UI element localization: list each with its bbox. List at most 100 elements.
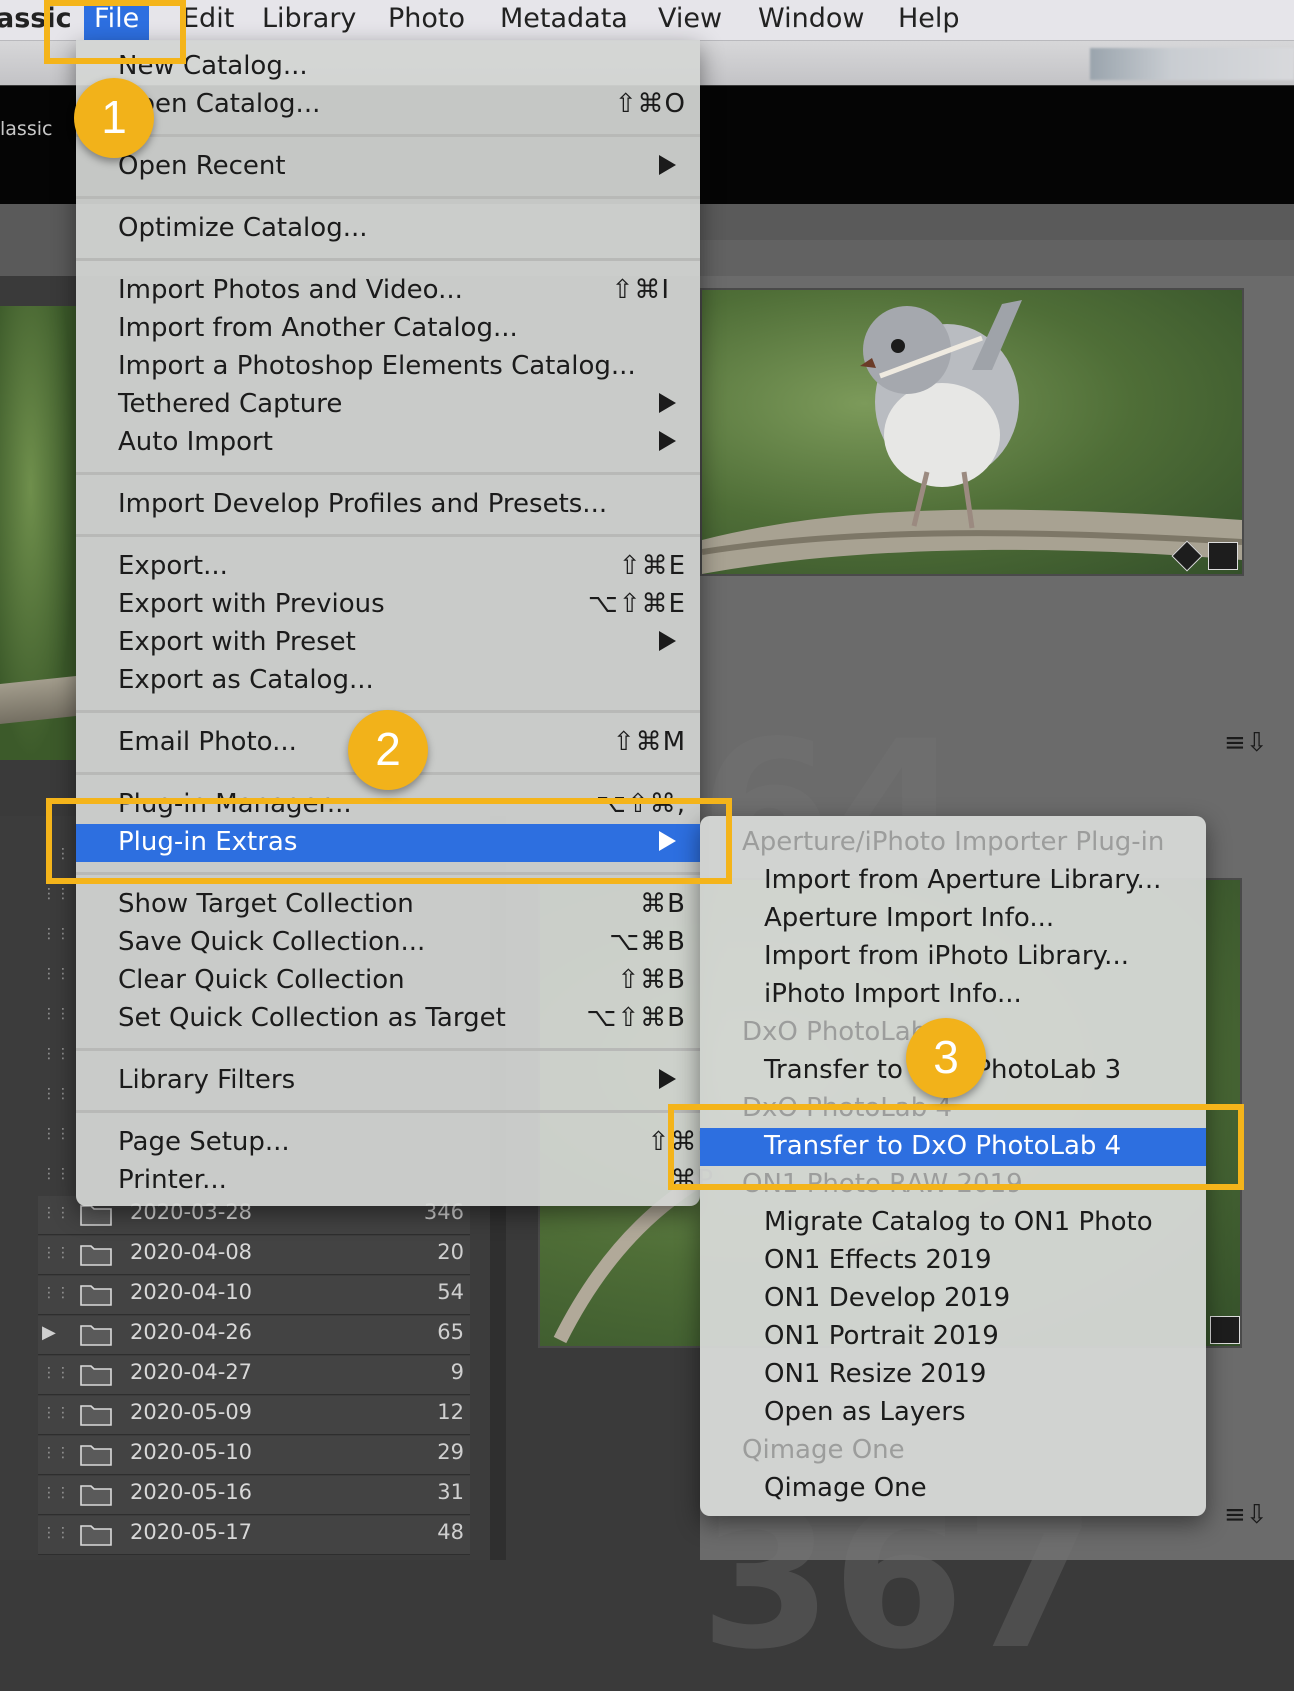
submenu-header-qimage-one: Qimage One — [742, 1435, 905, 1465]
menu-item-page-setup[interactable]: Page Setup... ⇧⌘P — [76, 1124, 713, 1162]
folder-count: 20 — [437, 1240, 464, 1264]
submenu-item-migrate-catalog-on1[interactable]: Migrate Catalog to ON1 Photo — [700, 1204, 1206, 1242]
folder-row[interactable]: ⋮⋮ 2020-05-16 31 — [38, 1476, 470, 1515]
submenu-arrow-icon — [659, 1069, 676, 1089]
menu-item-open-catalog[interactable]: Open Catalog... ⇧⌘O — [76, 86, 700, 124]
folder-row[interactable]: ⋮⋮ 2020-04-10 54 — [38, 1276, 470, 1315]
folder-name: 2020-05-09 — [130, 1400, 253, 1424]
menu-view[interactable]: View — [658, 0, 722, 40]
folder-row[interactable]: ⋮⋮ 2020-05-10 29 — [38, 1436, 470, 1475]
submenu-arrow-icon — [659, 155, 676, 175]
folder-count: 9 — [450, 1360, 464, 1384]
submenu-item-on1-effects[interactable]: ON1 Effects 2019 — [700, 1242, 1206, 1280]
folder-disclosure-icon[interactable]: ⋮⋮ — [42, 1166, 70, 1182]
menu-photo[interactable]: Photo — [388, 0, 465, 40]
menu-item-library-filters[interactable]: Library Filters — [76, 1062, 700, 1100]
submenu-item-on1-develop[interactable]: ON1 Develop 2019 — [700, 1280, 1206, 1318]
menu-edit[interactable]: Edit — [182, 0, 234, 40]
menu-item-import-photoshop-elements[interactable]: Import a Photoshop Elements Catalog... — [76, 348, 700, 386]
folder-disclosure-icon[interactable]: ⋮⋮ — [42, 926, 70, 942]
folder-name: 2020-04-08 — [130, 1240, 253, 1264]
folder-name: 2020-05-17 — [130, 1520, 253, 1544]
menu-item-printer[interactable]: Printer... ⌘P — [76, 1162, 713, 1200]
folder-disclosure-icon[interactable]: ⋮⋮ — [42, 1205, 70, 1221]
menu-item-import-develop-profiles[interactable]: Import Develop Profiles and Presets... — [76, 486, 700, 524]
menu-window[interactable]: Window — [758, 0, 864, 40]
submenu-item-on1-portrait[interactable]: ON1 Portrait 2019 — [700, 1318, 1206, 1356]
menu-separator — [76, 134, 700, 137]
metadata-badge-icon[interactable] — [1208, 542, 1238, 570]
folder-row[interactable]: ⋮⋮ 2020-04-08 20 — [38, 1236, 470, 1275]
menu-help[interactable]: Help — [898, 0, 960, 40]
submenu-item-open-as-layers[interactable]: Open as Layers — [700, 1394, 1206, 1432]
folder-disclosure-icon[interactable]: ⋮⋮ — [42, 1525, 70, 1541]
menu-item-open-recent[interactable]: Open Recent — [76, 148, 700, 186]
folder-disclosure-icon[interactable]: ⋮⋮ — [42, 966, 70, 982]
submenu-item-on1-resize[interactable]: ON1 Resize 2019 — [700, 1356, 1206, 1394]
folder-disclosure-icon[interactable]: ⋮⋮ — [42, 1285, 70, 1301]
folder-name: 2020-05-10 — [130, 1440, 253, 1464]
menu-item-auto-import[interactable]: Auto Import — [76, 424, 700, 462]
folder-disclosure-icon[interactable]: ⋮⋮ — [42, 886, 70, 902]
folder-count: 31 — [437, 1480, 464, 1504]
metadata-badge-icon[interactable] — [1210, 1316, 1240, 1344]
menu-library[interactable]: Library — [262, 0, 356, 40]
folder-disclosure-icon[interactable]: ⋮⋮ — [42, 1445, 70, 1461]
menu-item-export-with-previous[interactable]: Export with Previous ⌥⇧⌘E — [76, 586, 700, 624]
submenu-arrow-icon — [659, 431, 676, 451]
submenu-item-aperture-import-info[interactable]: Aperture Import Info... — [700, 900, 1206, 938]
menu-item-export[interactable]: Export... ⇧⌘E — [76, 548, 700, 586]
folder-count: 54 — [437, 1280, 464, 1304]
menu-item-set-quick-collection-target[interactable]: Set Quick Collection as Target ⌥⇧⌘B — [76, 1000, 700, 1038]
sort-icon[interactable]: ≡⇩ — [1224, 728, 1268, 758]
submenu-item-import-iphoto-library[interactable]: Import from iPhoto Library... — [700, 938, 1206, 976]
folder-name: 2020-04-26 — [130, 1320, 253, 1344]
folder-disclosure-icon[interactable]: ⋮⋮ — [42, 1046, 70, 1062]
menu-separator — [76, 472, 700, 475]
folder-disclosure-icon[interactable]: ⋮⋮ — [42, 1006, 70, 1022]
folder-row[interactable]: ⋮⋮ 2020-05-17 48 — [38, 1516, 470, 1555]
folder-count: 48 — [437, 1520, 464, 1544]
folder-icon — [80, 1325, 112, 1346]
folder-disclosure-icon[interactable]: ⋮⋮ — [42, 1126, 70, 1142]
folder-icon — [80, 1245, 112, 1266]
folder-row[interactable]: ▶ 2020-04-26 65 — [38, 1316, 470, 1355]
folder-disclosure-icon[interactable]: ⋮⋮ — [42, 1485, 70, 1501]
submenu-item-qimage-one[interactable]: Qimage One — [700, 1470, 1206, 1508]
folder-row[interactable]: ⋮⋮ 2020-04-27 9 — [38, 1356, 470, 1395]
menu-item-export-as-catalog[interactable]: Export as Catalog... — [76, 662, 700, 700]
menu-metadata[interactable]: Metadata — [500, 0, 628, 40]
submenu-arrow-icon — [659, 631, 676, 651]
menu-item-export-with-preset[interactable]: Export with Preset — [76, 624, 700, 662]
folder-disclosure-icon[interactable]: ⋮⋮ — [42, 1365, 70, 1381]
menu-item-optimize-catalog[interactable]: Optimize Catalog... — [76, 210, 700, 248]
file-menu: New Catalog... Open Catalog... ⇧⌘O Open R… — [76, 40, 713, 1206]
grid-header — [700, 240, 1294, 277]
grid-cell-photo-top[interactable] — [700, 288, 1244, 576]
folder-name: 2020-04-10 — [130, 1280, 253, 1304]
step-callout-2: 2 — [348, 710, 428, 790]
menu-item-import-photos[interactable]: Import Photos and Video... ⇧⌘I — [76, 272, 700, 310]
menu-item-save-quick-collection[interactable]: Save Quick Collection... ⌥⌘B — [76, 924, 700, 962]
folder-disclosure-icon[interactable]: ⋮⋮ — [42, 1405, 70, 1421]
mac-menubar: assic File Edit Library Photo Metadata V… — [0, 0, 1294, 41]
menu-item-clear-quick-collection[interactable]: Clear Quick Collection ⇧⌘B — [76, 962, 700, 1000]
menu-item-tethered-capture[interactable]: Tethered Capture — [76, 386, 700, 424]
submenu-item-import-aperture-library[interactable]: Import from Aperture Library... — [700, 862, 1206, 900]
folder-disclosure-icon[interactable]: ⋮⋮ — [42, 1086, 70, 1102]
folder-count: 29 — [437, 1440, 464, 1464]
folder-row[interactable]: ⋮⋮ 2020-05-09 12 — [38, 1396, 470, 1435]
menu-item-show-target-collection[interactable]: Show Target Collection ⌘B — [76, 886, 700, 924]
sort-icon[interactable]: ≡⇩ — [1224, 1500, 1268, 1530]
menu-separator — [76, 1048, 700, 1051]
submenu-item-iphoto-import-info[interactable]: iPhoto Import Info... — [700, 976, 1206, 1014]
step-callout-1: 1 — [74, 78, 154, 158]
expand-triangle-icon[interactable]: ▶ — [42, 1322, 56, 1343]
menu-separator — [76, 1110, 700, 1113]
folder-name: 2020-04-27 — [130, 1360, 253, 1384]
folder-disclosure-icon[interactable]: ⋮⋮ — [42, 1245, 70, 1261]
highlight-frame-transfer-photolab-4 — [668, 1104, 1244, 1190]
titlebar-thumbnail — [1090, 48, 1294, 80]
menu-item-import-another-catalog[interactable]: Import from Another Catalog... — [76, 310, 700, 348]
bird-photo — [702, 300, 1242, 574]
